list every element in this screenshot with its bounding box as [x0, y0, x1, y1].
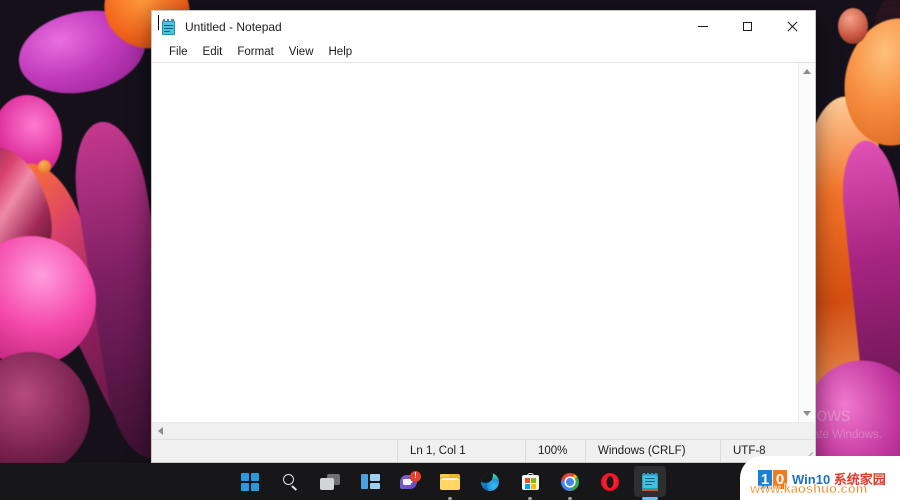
tray-item-show-hidden-icons[interactable]: [838, 469, 862, 495]
close-button[interactable]: [770, 11, 815, 42]
wallpaper-blob: [0, 352, 90, 474]
menu-bar: File Edit Format View Help: [152, 42, 815, 62]
folder-icon: [440, 473, 460, 490]
status-zoom-level: 100%: [526, 440, 586, 462]
edge-icon: [481, 472, 499, 491]
menu-item-file[interactable]: File: [162, 45, 196, 59]
taskbar-item-search[interactable]: [274, 466, 306, 497]
chevron-down-icon: [803, 411, 811, 416]
store-icon: [521, 473, 539, 490]
wallpaper-blob: [38, 160, 51, 173]
task-view-icon: [320, 473, 340, 490]
taskbar-item-edge[interactable]: [474, 466, 506, 497]
chat-badge: !: [410, 470, 421, 482]
text-editor[interactable]: [152, 63, 798, 422]
maximize-icon: [743, 22, 752, 31]
cloud-icon: [872, 472, 888, 487]
taskbar-item-widgets[interactable]: [354, 466, 386, 497]
windows-logo-icon: [241, 472, 259, 491]
titlebar-left-group: Untitled - Notepad: [152, 18, 680, 35]
close-icon: [787, 21, 798, 32]
chevron-up-icon: [803, 69, 811, 74]
taskbar: !: [0, 463, 900, 500]
window-titlebar[interactable]: Untitled - Notepad: [152, 11, 815, 42]
taskbar-item-store[interactable]: [514, 466, 546, 497]
horizontal-scrollbar[interactable]: [152, 422, 815, 440]
wallpaper-blob: [838, 8, 868, 44]
menu-item-edit[interactable]: Edit: [196, 45, 231, 59]
scroll-left-button[interactable]: [152, 423, 169, 440]
chevron-left-icon: [158, 427, 163, 435]
scrollbar-corner: [798, 422, 815, 440]
vertical-scroll-track[interactable]: [799, 80, 815, 405]
minimize-button[interactable]: [680, 11, 725, 42]
opera-icon: [601, 472, 619, 491]
titlebar-buttons: [680, 11, 815, 42]
status-line-column: Ln 1, Col 1: [398, 440, 526, 462]
editor-area: [152, 15, 815, 422]
horizontal-scroll-track[interactable]: [169, 423, 798, 440]
status-encoding: UTF-8: [733, 445, 766, 457]
scroll-up-button[interactable]: [799, 63, 815, 80]
status-bar: Ln 1, Col 1 100% Windows (CRLF) UTF-8: [152, 439, 815, 462]
taskbar-item-chat[interactable]: !: [394, 466, 426, 497]
taskbar-item-notepad[interactable]: [634, 466, 666, 497]
chevron-up-icon: [843, 476, 857, 490]
teams-chat-icon: !: [400, 470, 421, 491]
status-line-ending: Windows (CRLF): [586, 440, 721, 462]
notepad-window[interactable]: Untitled - Notepad File Edit Format View…: [151, 10, 816, 463]
window-title: Untitled - Notepad: [185, 19, 282, 34]
taskbar-item-task-view[interactable]: [314, 466, 346, 497]
widgets-icon: [360, 474, 380, 489]
scroll-down-button[interactable]: [799, 405, 815, 422]
tray-item-onedrive[interactable]: [868, 469, 892, 495]
resize-grip[interactable]: [801, 440, 815, 462]
taskbar-item-chrome[interactable]: [554, 466, 586, 497]
notepad-icon: [161, 18, 176, 35]
maximize-button[interactable]: [725, 11, 770, 42]
menu-item-help[interactable]: Help: [322, 45, 361, 59]
screen: Activate Windows Go to Settings to activ…: [0, 0, 900, 500]
vertical-scrollbar[interactable]: [798, 63, 815, 422]
search-icon: [281, 473, 299, 491]
text-caret: [158, 15, 159, 30]
minimize-icon: [697, 26, 708, 27]
taskbar-center-group: !: [234, 466, 666, 497]
taskbar-item-file-explorer[interactable]: [434, 466, 466, 497]
notepad-icon: [642, 473, 658, 491]
status-spacer: [152, 440, 398, 462]
taskbar-item-opera[interactable]: [594, 466, 626, 497]
taskbar-item-start[interactable]: [234, 466, 266, 497]
system-tray: [838, 463, 900, 500]
menu-item-format[interactable]: Format: [230, 45, 281, 59]
chrome-icon: [561, 472, 579, 491]
menu-item-view[interactable]: View: [282, 45, 322, 59]
